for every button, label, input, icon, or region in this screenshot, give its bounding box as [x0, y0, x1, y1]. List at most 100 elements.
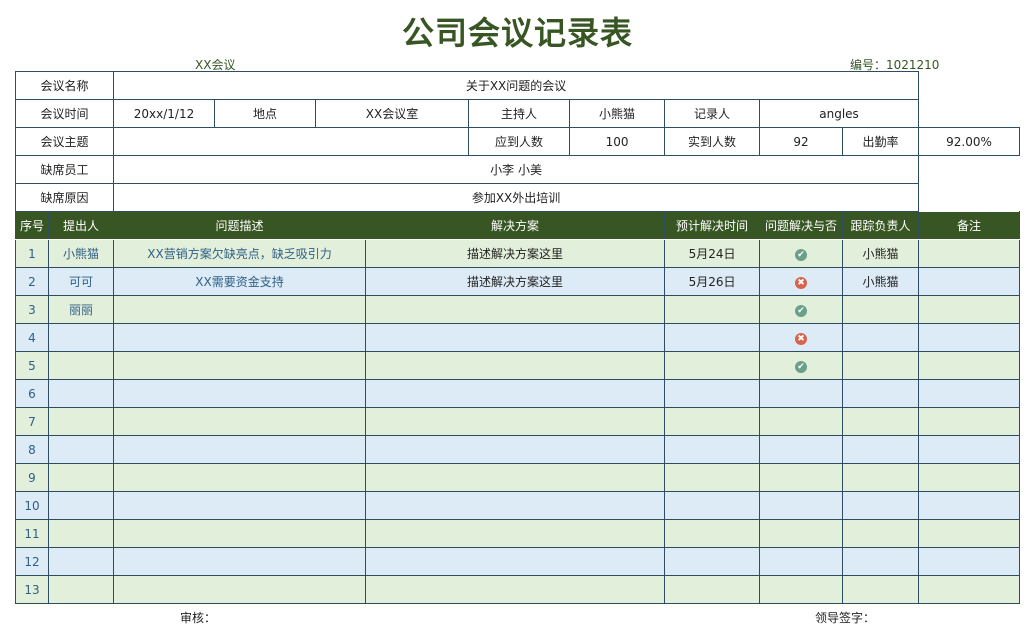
- cell-owner[interactable]: [842, 379, 920, 408]
- cell-status[interactable]: [759, 547, 844, 576]
- cell-note[interactable]: [918, 267, 1020, 296]
- cell-desc[interactable]: [113, 351, 367, 380]
- cell-seq[interactable]: 1: [15, 239, 49, 268]
- cell-date[interactable]: [664, 575, 761, 604]
- cell-note[interactable]: [918, 575, 1020, 604]
- cell-note[interactable]: [918, 407, 1020, 436]
- cell-date[interactable]: [664, 351, 761, 380]
- cell-owner[interactable]: [842, 435, 920, 464]
- cell-date[interactable]: [664, 463, 761, 492]
- cell-status[interactable]: ✔: [759, 239, 844, 268]
- cell-reason-value[interactable]: 参加XX外出培训: [113, 183, 920, 212]
- cell-date[interactable]: [664, 435, 761, 464]
- cell-status[interactable]: [759, 435, 844, 464]
- cell-topic-value[interactable]: [113, 127, 470, 156]
- cell-seq[interactable]: 12: [15, 547, 49, 576]
- cell-owner[interactable]: [842, 491, 920, 520]
- cell-note[interactable]: [918, 295, 1020, 324]
- cell-proposer[interactable]: [47, 435, 115, 464]
- cell-desc[interactable]: [113, 379, 367, 408]
- cell-solution[interactable]: [365, 575, 666, 604]
- cell-desc[interactable]: [113, 547, 367, 576]
- cell-status[interactable]: [759, 519, 844, 548]
- cell-desc[interactable]: XX营销方案欠缺亮点，缺乏吸引力: [113, 239, 367, 268]
- cell-note[interactable]: [918, 519, 1020, 548]
- cell-owner[interactable]: [842, 547, 920, 576]
- cell-seq[interactable]: 5: [15, 351, 49, 380]
- cell-date[interactable]: 5月24日: [664, 239, 761, 268]
- cell-solution[interactable]: [365, 351, 666, 380]
- cell-solution[interactable]: [365, 295, 666, 324]
- cell-note[interactable]: [918, 351, 1020, 380]
- cell-solution[interactable]: [365, 407, 666, 436]
- cell-proposer[interactable]: [47, 323, 115, 352]
- cell-desc[interactable]: [113, 323, 367, 352]
- cell-owner[interactable]: [842, 295, 920, 324]
- cell-status[interactable]: [759, 463, 844, 492]
- cell-desc[interactable]: [113, 407, 367, 436]
- cell-expected-value[interactable]: 100: [569, 127, 666, 156]
- cell-owner[interactable]: [842, 519, 920, 548]
- cell-note[interactable]: [918, 323, 1020, 352]
- cell-name-value[interactable]: 关于XX问题的会议: [113, 71, 920, 100]
- cell-seq[interactable]: 7: [15, 407, 49, 436]
- cell-solution[interactable]: 描述解决方案这里: [365, 267, 666, 296]
- cell-solution[interactable]: [365, 435, 666, 464]
- cell-owner[interactable]: [842, 463, 920, 492]
- cell-seq[interactable]: 3: [15, 295, 49, 324]
- cell-actual-value[interactable]: 92: [759, 127, 844, 156]
- cell-date[interactable]: [664, 519, 761, 548]
- cell-note[interactable]: [918, 463, 1020, 492]
- cell-solution[interactable]: [365, 463, 666, 492]
- cell-seq[interactable]: 11: [15, 519, 49, 548]
- cell-note[interactable]: [918, 379, 1020, 408]
- cell-seq[interactable]: 10: [15, 491, 49, 520]
- cell-date[interactable]: [664, 323, 761, 352]
- cell-solution[interactable]: [365, 379, 666, 408]
- cell-status[interactable]: ✔: [759, 295, 844, 324]
- cell-desc[interactable]: [113, 463, 367, 492]
- cell-proposer[interactable]: [47, 463, 115, 492]
- cell-status[interactable]: ✖: [759, 267, 844, 296]
- cell-absent-value[interactable]: 小李 小美: [113, 155, 920, 184]
- cell-note[interactable]: [918, 547, 1020, 576]
- cell-solution[interactable]: 描述解决方案这里: [365, 239, 666, 268]
- cell-seq[interactable]: 13: [15, 575, 49, 604]
- cell-solution[interactable]: [365, 323, 666, 352]
- cell-owner[interactable]: [842, 351, 920, 380]
- cell-recorder-value[interactable]: angles: [759, 99, 920, 128]
- cell-proposer[interactable]: [47, 407, 115, 436]
- cell-date[interactable]: [664, 547, 761, 576]
- cell-note[interactable]: [918, 491, 1020, 520]
- cell-date[interactable]: [664, 491, 761, 520]
- cell-solution[interactable]: [365, 491, 666, 520]
- cell-desc[interactable]: [113, 575, 367, 604]
- cell-host-value[interactable]: 小熊猫: [569, 99, 666, 128]
- cell-proposer[interactable]: [47, 379, 115, 408]
- cell-solution[interactable]: [365, 547, 666, 576]
- cell-status[interactable]: [759, 575, 844, 604]
- cell-desc[interactable]: [113, 519, 367, 548]
- cell-status[interactable]: [759, 379, 844, 408]
- cell-proposer[interactable]: [47, 491, 115, 520]
- cell-note[interactable]: [918, 239, 1020, 268]
- cell-solution[interactable]: [365, 519, 666, 548]
- cell-proposer[interactable]: 丽丽: [47, 295, 115, 324]
- cell-seq[interactable]: 2: [15, 267, 49, 296]
- cell-status[interactable]: [759, 407, 844, 436]
- cell-date[interactable]: [664, 407, 761, 436]
- cell-desc[interactable]: [113, 435, 367, 464]
- cell-rate-value[interactable]: 92.00%: [918, 127, 1020, 156]
- cell-owner[interactable]: [842, 323, 920, 352]
- cell-proposer[interactable]: [47, 547, 115, 576]
- cell-proposer[interactable]: 可可: [47, 267, 115, 296]
- cell-seq[interactable]: 4: [15, 323, 49, 352]
- cell-proposer[interactable]: [47, 351, 115, 380]
- cell-status[interactable]: ✖: [759, 323, 844, 352]
- cell-desc[interactable]: XX需要资金支持: [113, 267, 367, 296]
- cell-proposer[interactable]: [47, 519, 115, 548]
- cell-status[interactable]: ✔: [759, 351, 844, 380]
- cell-proposer[interactable]: 小熊猫: [47, 239, 115, 268]
- cell-owner[interactable]: [842, 407, 920, 436]
- cell-note[interactable]: [918, 435, 1020, 464]
